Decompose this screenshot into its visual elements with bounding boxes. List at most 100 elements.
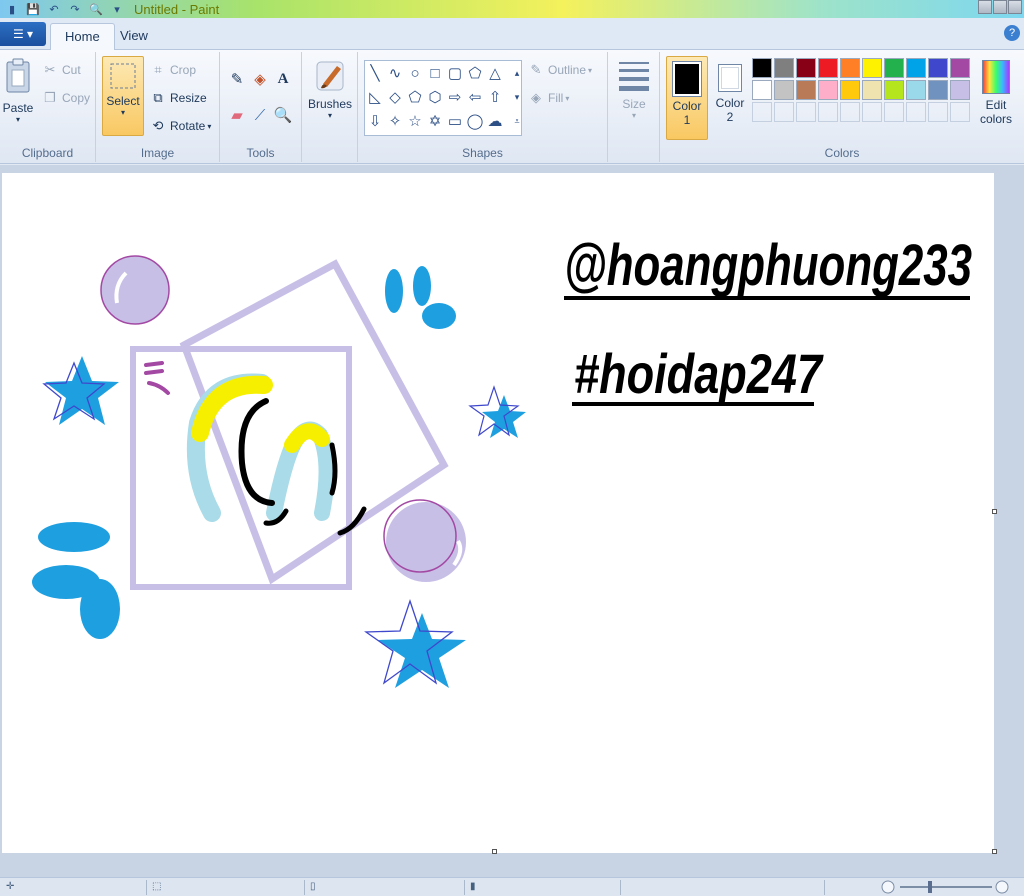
right-arrow-shape-icon[interactable]: ⇨ <box>445 86 465 108</box>
close-button[interactable] <box>1008 0 1022 14</box>
rotate-button[interactable]: ⟲ Rotate ▾ <box>150 118 212 134</box>
letter-right-top <box>284 423 330 453</box>
rounded-callout-icon[interactable]: ▭ <box>445 110 465 132</box>
palette-empty-swatch[interactable] <box>862 102 882 122</box>
size-group: Size ▾ <box>608 52 660 162</box>
rectangle-shape-icon[interactable]: □ <box>425 62 445 84</box>
palette-empty-swatch[interactable] <box>774 102 794 122</box>
resize-handle-corner[interactable] <box>992 849 997 854</box>
select-button[interactable]: Select ▾ <box>102 56 144 136</box>
palette-swatch[interactable] <box>950 80 970 100</box>
maximize-button[interactable] <box>993 0 1007 14</box>
palette-swatch[interactable] <box>950 58 970 78</box>
polygon-shape-icon[interactable]: ⬠ <box>465 62 485 84</box>
size-button[interactable]: Size ▾ <box>614 58 654 142</box>
palette-swatch[interactable] <box>862 80 882 100</box>
palette-swatch[interactable] <box>796 80 816 100</box>
scroll-up-icon[interactable]: ▴ <box>507 62 527 84</box>
palette-empty-swatch[interactable] <box>950 102 970 122</box>
print-preview-icon[interactable]: 🔍 <box>87 1 105 17</box>
edit-colors-button[interactable]: Edit colors <box>974 58 1018 142</box>
expand-gallery-icon[interactable]: ⩡ <box>507 110 527 132</box>
palette-empty-swatch[interactable] <box>884 102 904 122</box>
app-icon[interactable]: ▮ <box>3 1 21 17</box>
palette-swatch[interactable] <box>840 80 860 100</box>
palette-swatch[interactable] <box>774 80 794 100</box>
crop-icon: ⌗ <box>154 62 162 77</box>
undo-icon[interactable]: ↶ <box>45 1 63 17</box>
palette-empty-swatch[interactable] <box>752 102 772 122</box>
line-shape-icon[interactable]: ╲ <box>365 62 385 84</box>
redo-icon[interactable]: ↷ <box>66 1 84 17</box>
down-arrow-shape-icon[interactable]: ⇩ <box>365 110 385 132</box>
pentagon-shape-icon[interactable]: ⬠ <box>405 86 425 108</box>
left-arrow-shape-icon[interactable]: ⇦ <box>465 86 485 108</box>
palette-swatch[interactable] <box>796 58 816 78</box>
color2-button[interactable]: Color 2 <box>710 56 750 140</box>
color1-button[interactable]: Color 1 <box>666 56 708 140</box>
zoom-slider[interactable] <box>880 879 1010 896</box>
palette-swatch[interactable] <box>774 58 794 78</box>
fill-bucket-icon[interactable]: ◈ <box>249 68 271 90</box>
text-tool-icon[interactable]: A <box>272 68 294 90</box>
cloud-callout-icon[interactable]: ☁ <box>485 110 505 132</box>
palette-swatch[interactable] <box>906 58 926 78</box>
oval-callout-icon[interactable]: ◯ <box>465 110 485 132</box>
diamond-shape-icon[interactable]: ◇ <box>385 86 405 108</box>
palette-swatch[interactable] <box>884 58 904 78</box>
palette-swatch[interactable] <box>884 80 904 100</box>
eraser-icon[interactable]: ▰ <box>226 104 248 126</box>
five-point-star-icon[interactable]: ☆ <box>405 110 425 132</box>
palette-swatch[interactable] <box>752 58 772 78</box>
palette-swatch[interactable] <box>840 58 860 78</box>
rounded-rectangle-shape-icon[interactable]: ▢ <box>445 62 465 84</box>
paste-label: Paste <box>2 101 34 115</box>
palette-empty-swatch[interactable] <box>840 102 860 122</box>
copy-button[interactable]: ❐ Copy <box>42 90 90 106</box>
status-bar: ✛ ⬚ ▯ ▮ <box>0 877 1024 896</box>
color1-frame <box>672 61 702 97</box>
tab-home[interactable]: Home <box>50 23 115 50</box>
palette-swatch[interactable] <box>818 58 838 78</box>
palette-swatch[interactable] <box>928 58 948 78</box>
fill-icon: ◈ <box>531 90 541 105</box>
brushes-button[interactable]: Brushes ▾ <box>308 58 352 142</box>
palette-empty-swatch[interactable] <box>818 102 838 122</box>
curve-shape-icon[interactable]: ∿ <box>385 62 405 84</box>
palette-empty-swatch[interactable] <box>928 102 948 122</box>
palette-swatch[interactable] <box>928 80 948 100</box>
status-separator <box>304 880 305 895</box>
oval-shape-icon[interactable]: ○ <box>405 62 425 84</box>
palette-swatch[interactable] <box>752 80 772 100</box>
hexagon-shape-icon[interactable]: ⬡ <box>425 86 445 108</box>
fill-button[interactable]: ◈ Fill ▾ <box>528 90 569 106</box>
help-icon[interactable]: ? <box>1004 25 1020 41</box>
four-point-star-icon[interactable]: ✧ <box>385 110 405 132</box>
palette-empty-swatch[interactable] <box>906 102 926 122</box>
right-triangle-shape-icon[interactable]: ◺ <box>365 86 385 108</box>
save-icon[interactable]: 💾 <box>24 1 42 17</box>
tab-view[interactable]: View <box>106 23 162 50</box>
palette-swatch[interactable] <box>862 58 882 78</box>
cut-button[interactable]: ✂ Cut <box>42 62 81 78</box>
palette-empty-swatch[interactable] <box>796 102 816 122</box>
magnifier-icon[interactable]: 🔍 <box>272 104 294 126</box>
color-picker-icon[interactable]: ⟋ <box>249 104 271 126</box>
resize-handle-bottom[interactable] <box>492 849 497 854</box>
palette-swatch[interactable] <box>906 80 926 100</box>
minimize-button[interactable] <box>978 0 992 14</box>
triangle-shape-icon[interactable]: △ <box>485 62 505 84</box>
resize-handle-right[interactable] <box>992 509 997 514</box>
up-arrow-shape-icon[interactable]: ⇧ <box>485 86 505 108</box>
palette-swatch[interactable] <box>818 80 838 100</box>
crop-button[interactable]: ⌗ Crop <box>150 62 196 78</box>
outline-button[interactable]: ✎ Outline ▾ <box>528 62 593 78</box>
six-point-star-icon[interactable]: ✡ <box>425 110 445 132</box>
paste-button[interactable]: Paste ▾ <box>2 58 34 138</box>
file-menu-button[interactable]: ☰ ▾ <box>0 22 46 46</box>
customize-qat-icon[interactable]: ▾ <box>108 1 126 17</box>
resize-button[interactable]: ⧉ Resize <box>150 90 206 106</box>
scroll-down-icon[interactable]: ▾ <box>507 86 527 108</box>
drawing-canvas[interactable]: @hoangphuong233 #hoidap247 <box>2 173 994 853</box>
pencil-icon[interactable]: ✎ <box>226 68 248 90</box>
